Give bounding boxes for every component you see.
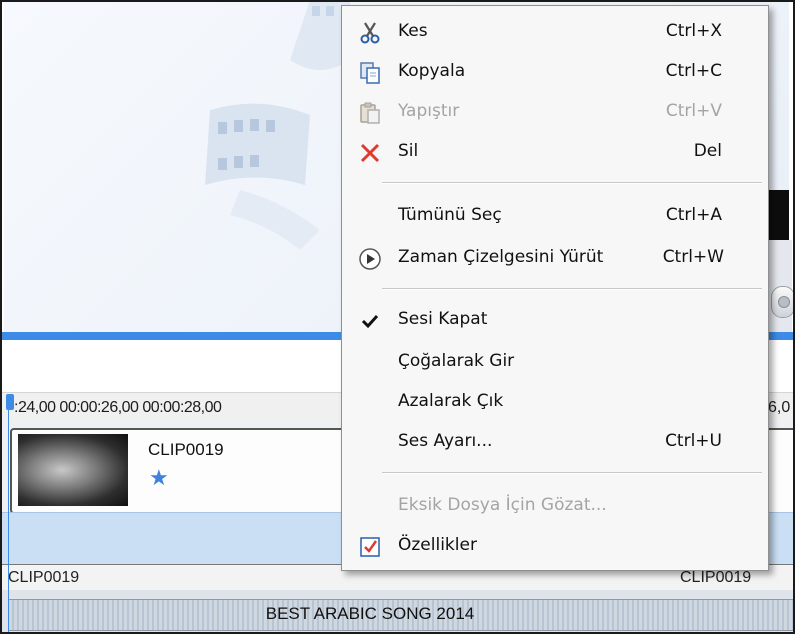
delete-x-icon [360, 143, 380, 163]
playhead-line [8, 410, 9, 634]
preview-dark-strip [766, 190, 789, 242]
menu-item-cut[interactable]: Kes Ctrl+X [342, 12, 768, 52]
context-menu: Kes Ctrl+X Kopyala Ctrl+C Yapıştır Ctrl+… [341, 5, 769, 571]
menu-item-properties[interactable]: Özellikler [342, 526, 768, 566]
menu-item-paste: Yapıştır Ctrl+V [342, 92, 768, 132]
menu-item-play-timeline[interactable]: Zaman Çizelgesini Yürüt Ctrl+W [342, 238, 768, 278]
menu-item-select-all[interactable]: Tümünü Seç Ctrl+A [342, 196, 768, 236]
properties-icon [360, 537, 380, 557]
menu-separator [382, 472, 762, 474]
copy-icon [360, 62, 380, 84]
menu-item-mute[interactable]: Sesi Kapat [342, 300, 768, 340]
video-editor-window: :24,00 00:00:26,00 00:00:28,00 6,0 CLIP0… [0, 0, 795, 634]
star-effect-icon[interactable]: ★ [149, 468, 169, 490]
ruler-timecodes: :24,00 00:00:26,00 00:00:28,00 [14, 399, 222, 416]
menu-item-fade-in[interactable]: Çoğalarak Gir [342, 342, 768, 382]
checkmark-icon [361, 314, 379, 329]
ruler-timecode-right: 6,0 [768, 399, 791, 416]
menu-item-volume-settings[interactable]: Ses Ayarı... Ctrl+U [342, 422, 768, 462]
menu-separator [382, 288, 762, 290]
menu-item-delete[interactable]: Sil Del [342, 132, 768, 172]
menu-item-copy[interactable]: Kopyala Ctrl+C [342, 52, 768, 92]
audio-clip-label: CLIP0019 [8, 569, 80, 586]
scissors-icon [360, 22, 380, 44]
paste-icon [360, 102, 380, 124]
clip-name: CLIP0019 [148, 440, 224, 459]
music-clip-title: BEST ARABIC SONG 2014 [265, 604, 475, 623]
clip-thumbnail [18, 434, 128, 506]
menu-separator [382, 182, 762, 184]
film-strip-watermark-icon [205, 0, 350, 250]
playback-control-button[interactable] [771, 286, 795, 318]
play-circle-icon [359, 248, 381, 270]
audio-clip-label-right: CLIP0019 [680, 569, 752, 586]
menu-item-browse-missing-file: Eksik Dosya İçin Gözat... [398, 495, 607, 515]
playhead-handle[interactable] [6, 394, 14, 410]
menu-item-fade-out[interactable]: Azalarak Çık [342, 382, 768, 422]
